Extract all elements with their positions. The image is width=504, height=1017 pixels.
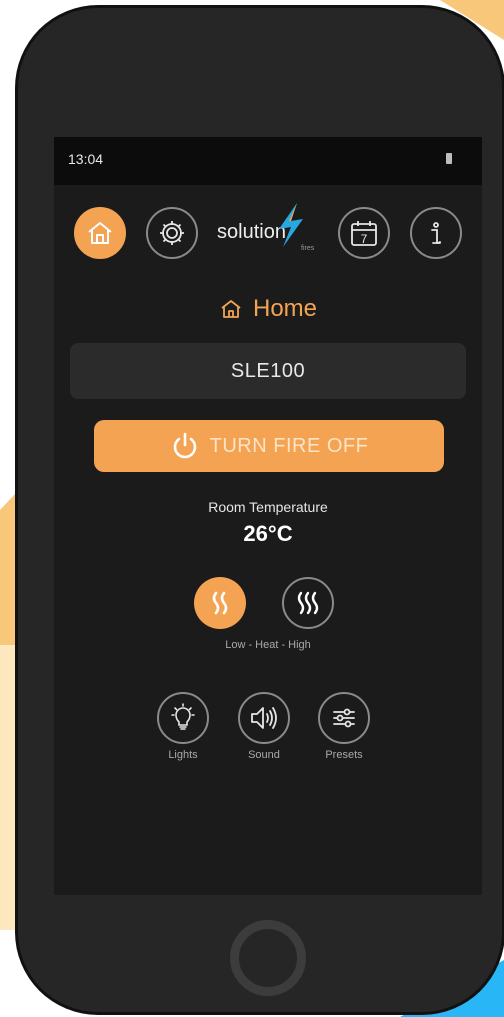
fire-button-label: TURN FIRE OFF xyxy=(209,434,369,457)
gear-icon xyxy=(160,221,184,245)
info-icon xyxy=(431,222,441,244)
nav-settings-button[interactable] xyxy=(146,207,198,259)
temperature-value: 26°C xyxy=(243,521,293,546)
solution-fires-logo: solution fires xyxy=(217,203,327,263)
home-outline-icon xyxy=(221,300,241,318)
heat-caption: Low - Heat - High xyxy=(225,639,311,651)
presets-button[interactable] xyxy=(318,692,370,744)
device-name: SLE100 xyxy=(230,359,306,382)
bulb-icon xyxy=(171,703,195,730)
heat-high-icon xyxy=(297,591,319,615)
logo-sub: fires xyxy=(301,245,315,252)
status-time: 13:04 xyxy=(68,151,104,167)
sound-label: Sound xyxy=(248,749,280,761)
temperature-label: Room Temperature xyxy=(208,499,328,515)
lights-button[interactable] xyxy=(157,692,209,744)
app-screen: 13:04 solution fires 7 Home SLE100 TURN … xyxy=(54,137,482,895)
page-title-row: Home xyxy=(54,289,482,329)
status-bar: 13:04 xyxy=(54,137,482,185)
calendar-day: 7 xyxy=(361,232,368,246)
battery-icon xyxy=(446,153,452,164)
lightning-bolt-icon xyxy=(279,203,303,247)
turn-fire-off-button[interactable]: TURN FIRE OFF xyxy=(94,420,444,472)
nav-info-button[interactable] xyxy=(410,207,462,259)
device-selector[interactable]: SLE100 xyxy=(70,343,466,399)
home-icon xyxy=(88,222,112,244)
nav-schedule-button[interactable]: 7 xyxy=(338,207,390,259)
calendar-icon: 7 xyxy=(351,221,377,246)
heat-low-button[interactable] xyxy=(194,577,246,629)
lights-label: Lights xyxy=(168,749,198,761)
sound-button[interactable] xyxy=(238,692,290,744)
heat-high-button[interactable] xyxy=(282,577,334,629)
power-icon xyxy=(173,432,196,459)
nav-home-button[interactable] xyxy=(74,207,126,259)
sliders-icon xyxy=(333,708,355,728)
heat-low-icon xyxy=(212,591,228,615)
page-title: Home xyxy=(252,295,318,322)
speaker-icon xyxy=(251,707,277,729)
presets-label: Presets xyxy=(325,749,363,761)
phone-home-button[interactable] xyxy=(230,920,306,996)
